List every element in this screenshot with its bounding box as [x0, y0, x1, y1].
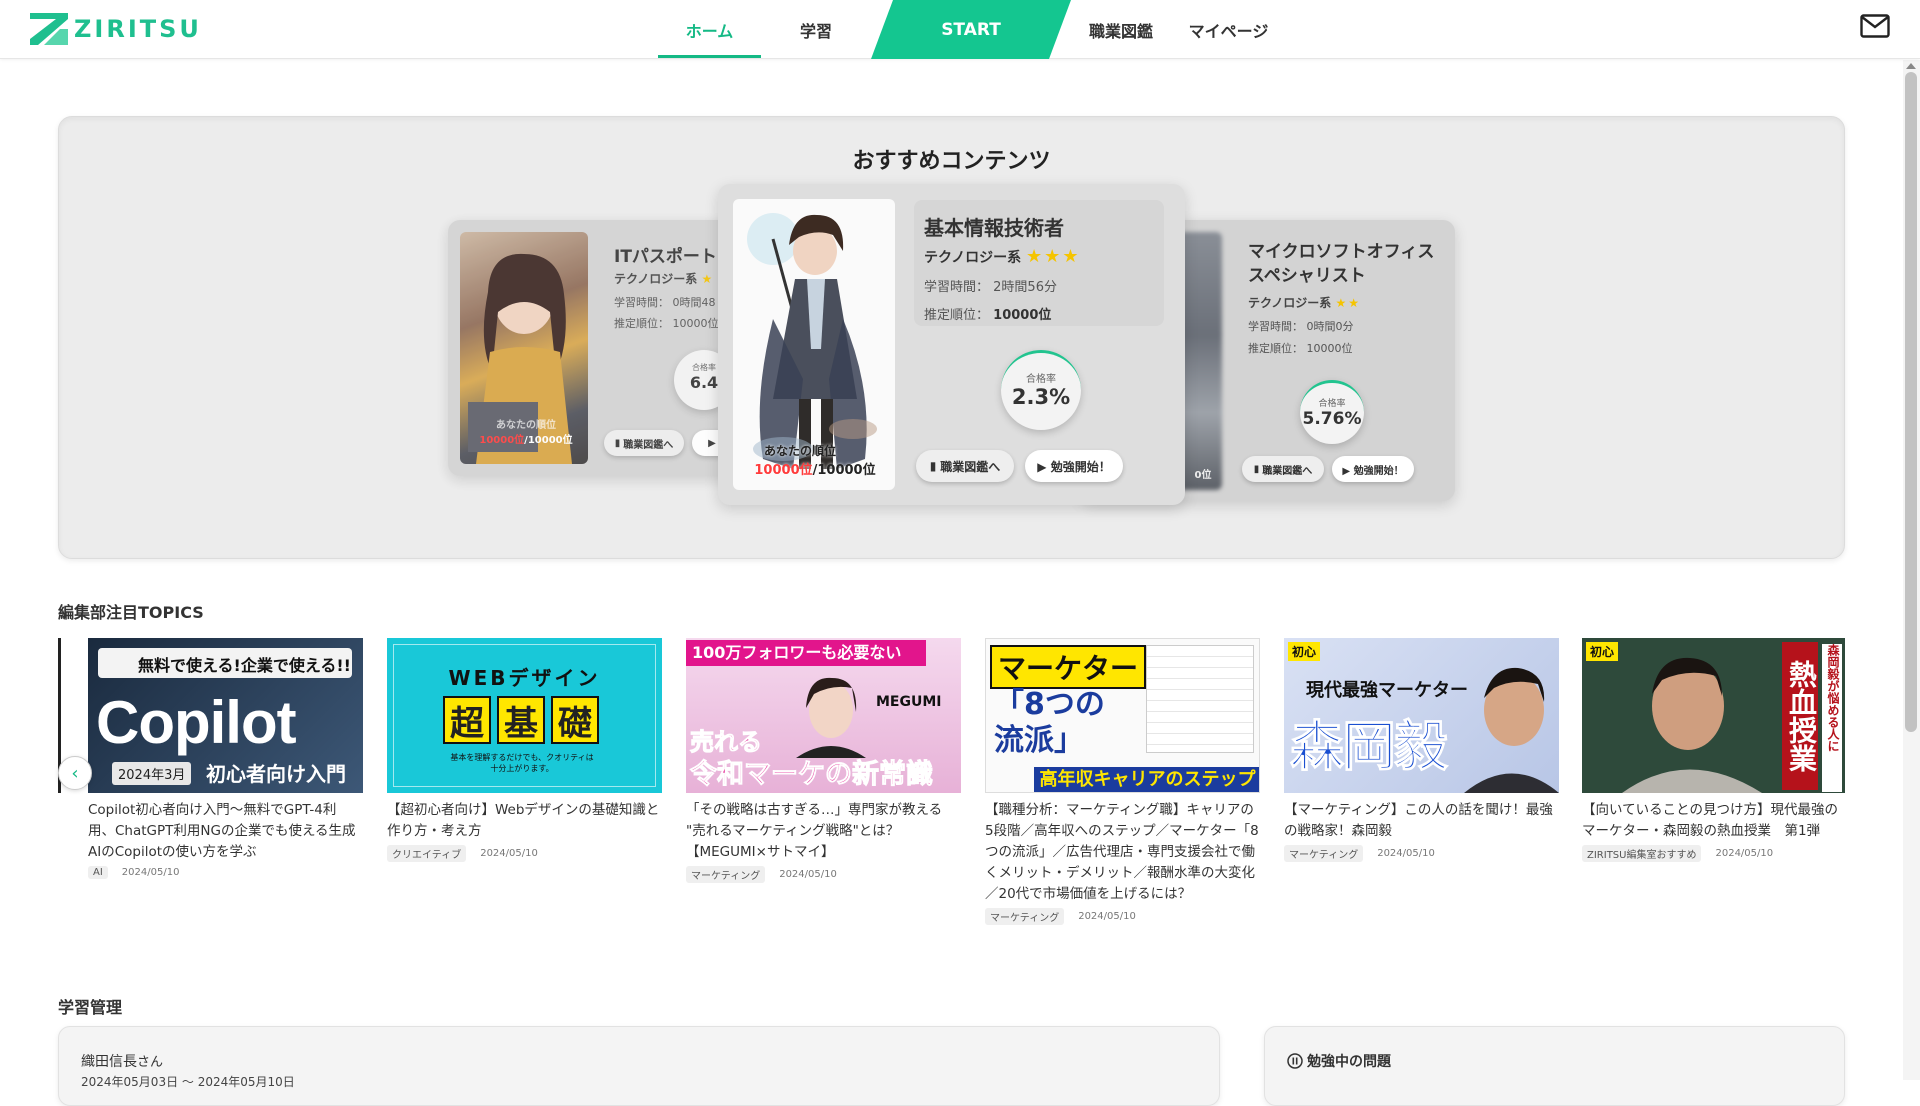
topics-label: 編集部注目TOPICS	[58, 603, 204, 622]
topic-thumbnail: WEBデザイン 超 基 礎 基本を理解するだけでも、クオリティは十分上がります。	[387, 638, 662, 793]
recommend-title: おすすめコンテンツ	[852, 149, 1051, 174]
difficulty-stars: ★★	[1335, 296, 1361, 310]
topic-date: 2024/05/10	[480, 848, 538, 859]
person-photo	[796, 677, 866, 758]
topic-tag: クリエイティブ	[387, 845, 467, 862]
your-rank-total: /10000位	[524, 435, 573, 446]
topic-thumbnail: 初心 現代最強マーケター 森岡毅	[1284, 638, 1559, 793]
book-icon: ▮	[929, 459, 937, 473]
your-rank-label: あなたの順位	[763, 444, 836, 458]
jobs-button[interactable]: ▮ 職業図鑑へ	[916, 450, 1014, 482]
topic-meta: マーケティング 2024/05/10	[1284, 845, 1559, 862]
topic-tag: マーケティング	[1284, 845, 1364, 862]
main-nav: ホーム 学習 START 職業図鑑 マイページ	[658, 0, 1286, 59]
top-header: ZIRITSU ホーム 学習 START 職業図鑑 マイページ	[0, 0, 1920, 59]
user-name: 織田信長さん	[81, 1054, 164, 1070]
card-title: ITパスポート	[614, 247, 717, 267]
topic-title[interactable]: 【職種分析：マーケティング職】キャリアの5段階／高年収へのステップ／マーケター「…	[985, 800, 1260, 905]
your-rank-value: 10000位	[754, 463, 813, 478]
your-rank-total: /10000位	[812, 463, 876, 478]
carousel-prev-button[interactable]: ‹	[58, 756, 92, 790]
topic-thumbnail: 無料で使える!企業で使える!! Copilot 2024年3月 初心者向け入門	[88, 638, 363, 793]
card-title: 基本情報技術者	[924, 216, 1064, 240]
book-icon: ▮	[614, 437, 621, 449]
person-photo	[1464, 667, 1559, 793]
topic-title[interactable]: 【超初心者向け】Webデザインの基礎知識と作り方・考え方	[387, 800, 662, 842]
topic-card[interactable]: 初心 熱血授業 森岡毅が悩める人に 【向いていることの見つけ方】現代最強のマーケ…	[1582, 638, 1845, 862]
your-rank-overlay: あなたの順位 10000位/10000位	[472, 416, 580, 446]
topic-meta: AI 2024/05/10	[88, 866, 363, 879]
topic-date: 2024/05/10	[779, 869, 837, 880]
start-study-button[interactable]: ▶ 勉強開始！	[1332, 456, 1414, 482]
pass-rate-circle: 合格率 2.3%	[1001, 350, 1081, 430]
topic-title[interactable]: 「その戦略は古すぎる…」専門家が教える "売れるマーケティング戦略"とは？【ME…	[686, 800, 961, 863]
pause-icon	[1287, 1053, 1303, 1069]
topic-tag: マーケティング	[985, 908, 1065, 925]
topic-date: 2024/05/10	[121, 867, 180, 878]
person-photo	[1622, 657, 1762, 793]
topic-tag: AI	[88, 866, 108, 879]
card-study-time: 学習時間： 2時間56分	[924, 280, 1057, 295]
scroll-up-icon[interactable]	[1905, 62, 1917, 70]
topic-card[interactable]: WEBデザイン 超 基 礎 基本を理解するだけでも、クオリティは十分上がります。…	[387, 638, 662, 862]
studying-problems-box: 勉強中の問題	[1264, 1026, 1845, 1106]
card-rank: 推定順位： 10000位	[614, 317, 719, 330]
your-rank-overlay: 0位	[1194, 470, 1212, 481]
card-category: テクノロジー系 ★	[614, 272, 715, 286]
mail-icon[interactable]	[1860, 14, 1890, 38]
topic-meta: ZIRITSU編集室おすすめ 2024/05/10	[1582, 845, 1845, 862]
studying-title: 勉強中の問題	[1287, 1051, 1391, 1071]
card-rank: 推定順位： 10000位	[924, 308, 1052, 323]
topic-date: 2024/05/10	[1078, 911, 1136, 922]
topic-meta: クリエイティブ 2024/05/10	[387, 845, 662, 862]
topic-thumbnail: 100万フォロワーも必要ない MEGUMI 売れる 令和マーケの新常識	[686, 638, 961, 793]
nav-mypage[interactable]: マイページ	[1171, 0, 1286, 59]
nav-home[interactable]: ホーム	[658, 0, 761, 59]
nav-start-button[interactable]: START	[871, 0, 1071, 59]
scrollbar-thumb[interactable]	[1905, 72, 1917, 732]
topic-title[interactable]: 【マーケティング】この人の話を聞け！最強の戦略家！森岡毅	[1284, 800, 1559, 842]
your-rank-value: 10000位	[479, 435, 525, 446]
ziritsu-logo-icon	[30, 13, 68, 45]
card-study-time: 学習時間： 0時間48	[614, 296, 716, 309]
jobs-button[interactable]: ▮ 職業図鑑へ	[604, 430, 684, 456]
card-title: マイクロソフトオフィス スペシャリスト	[1248, 242, 1435, 286]
topic-date: 2024/05/10	[1377, 848, 1435, 859]
study-label: 学習管理	[58, 998, 123, 1017]
book-icon: ▮	[1253, 463, 1260, 475]
topic-tag: マーケティング	[686, 866, 766, 883]
topic-meta: マーケティング 2024/05/10	[985, 908, 1260, 925]
card-study-time: 学習時間： 0時間0分	[1248, 320, 1354, 333]
topic-card[interactable]: 初心 現代最強マーケター 森岡毅 【マーケティング】この人の話を聞け！最強の戦略…	[1284, 638, 1559, 862]
difficulty-stars: ★★★	[1026, 246, 1081, 267]
nav-study[interactable]: 学習	[761, 0, 871, 59]
nav-start-label: START	[941, 19, 1001, 40]
topic-thumbnail: 初心 熱血授業 森岡毅が悩める人に	[1582, 638, 1845, 793]
topic-title[interactable]: Copilot初心者向け入門〜無料でGPT-4利用、ChatGPT利用NGの企業…	[88, 800, 363, 863]
start-study-button[interactable]: ▶ 勉強開始！	[1025, 450, 1123, 482]
difficulty-stars: ★	[701, 272, 715, 286]
nav-jobs[interactable]: 職業図鑑	[1071, 0, 1171, 59]
ziritsu-logo[interactable]: ZIRITSU	[30, 12, 202, 46]
jobs-button[interactable]: ▮ 職業図鑑へ	[1242, 456, 1324, 482]
topic-thumbnail: マーケター 「8つの流派」 高年収キャリアのステップ	[985, 638, 1260, 793]
chevron-left-icon: ‹	[71, 762, 79, 784]
card-category: テクノロジー系 ★★★	[924, 246, 1081, 267]
topic-card[interactable]: 無料で使える!企業で使える!! Copilot 2024年3月 初心者向け入門 …	[88, 638, 363, 879]
your-rank-overlay: あなたの順位 10000位/10000位	[740, 442, 890, 478]
card-category: テクノロジー系 ★★	[1248, 296, 1361, 310]
your-rank-label: あなたの順位	[496, 420, 556, 431]
topic-tag: ZIRITSU編集室おすすめ	[1582, 845, 1702, 862]
pass-rate-circle: 合格率 5.76%	[1300, 380, 1364, 444]
topic-card[interactable]: 100万フォロワーも必要ない MEGUMI 売れる 令和マーケの新常識 「その戦…	[686, 638, 961, 883]
study-summary-box: 織田信長さん 2024年05月03日 〜 2024年05月10日	[58, 1026, 1220, 1106]
date-range: 2024年05月03日 〜 2024年05月10日	[81, 1075, 295, 1089]
topic-card[interactable]: マーケター 「8つの流派」 高年収キャリアのステップ 【職種分析：マーケティング…	[985, 638, 1260, 925]
card-rank: 推定順位： 10000位	[1248, 342, 1353, 355]
recommend-card-fe[interactable]: あなたの順位 10000位/10000位 基本情報技術者 テクノロジー系 ★★★…	[718, 184, 1185, 505]
topic-title[interactable]: 【向いていることの見つけ方】現代最強のマーケター・森岡毅の熱血授業 第1弾	[1582, 800, 1845, 842]
logo-text: ZIRITSU	[74, 15, 202, 43]
topic-meta: マーケティング 2024/05/10	[686, 866, 961, 883]
topic-date: 2024/05/10	[1715, 848, 1774, 859]
